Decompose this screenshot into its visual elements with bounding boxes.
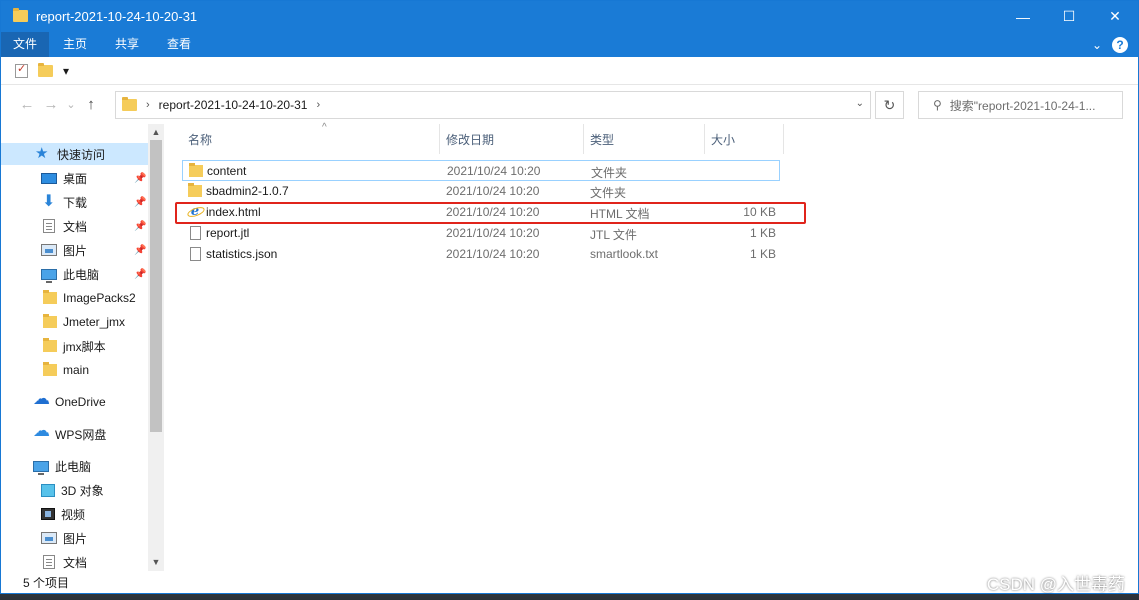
- wps-cloud-icon: [33, 421, 50, 441]
- pin-icon: 📌: [134, 244, 147, 256]
- file-icon: [190, 226, 201, 240]
- maximize-button[interactable]: ☐: [1046, 1, 1092, 32]
- new-folder-icon[interactable]: [38, 62, 53, 77]
- table-row[interactable]: content 2021/10/24 10:20 文件夹: [182, 160, 780, 181]
- table-row[interactable]: statistics.json 2021/10/24 10:20 smartlo…: [182, 244, 780, 265]
- folder-icon: [122, 97, 137, 111]
- address-bar[interactable]: › report-2021-10-24-10-20-31 › ⌄: [115, 91, 871, 119]
- expand-ribbon-icon[interactable]: ⌄: [1092, 38, 1102, 52]
- minimize-button[interactable]: —: [1000, 1, 1046, 32]
- pin-icon: 📌: [134, 196, 147, 208]
- folder-icon: [43, 362, 57, 376]
- folder-icon: [43, 290, 57, 304]
- sort-ascending-icon: ^: [322, 122, 327, 133]
- pin-icon: 📌: [134, 268, 147, 280]
- desktop-icon: [41, 172, 57, 184]
- onedrive-icon: [33, 389, 50, 409]
- window-title: report-2021-10-24-10-20-31: [36, 9, 198, 24]
- sidebar-item-imagepacks2[interactable]: ImagePacks2: [1, 287, 136, 309]
- properties-icon[interactable]: [15, 62, 28, 78]
- navigation-scrollbar[interactable]: ▲ ▼: [148, 124, 164, 571]
- sidebar-item-pc-documents[interactable]: 文档: [1, 551, 87, 573]
- tab-home[interactable]: 主页: [49, 32, 101, 57]
- sidebar-item-downloads[interactable]: 下载 📌: [1, 191, 148, 213]
- status-bar: 5 个项目: [1, 571, 1138, 593]
- refresh-button[interactable]: ↻: [875, 91, 904, 119]
- customize-toolbar-icon[interactable]: ▾: [63, 64, 69, 78]
- sidebar-item-3d-objects[interactable]: 3D 对象: [1, 479, 104, 501]
- help-icon[interactable]: ?: [1112, 37, 1128, 53]
- sidebar-item-this-pc[interactable]: 此电脑 📌: [1, 263, 148, 285]
- document-icon: [43, 219, 55, 233]
- sidebar-item-jmx-scripts[interactable]: jmx脚本: [1, 335, 106, 357]
- search-icon: ⚲: [933, 98, 942, 112]
- sidebar-item-pictures[interactable]: 图片 📌: [1, 239, 148, 261]
- scrollbar-thumb[interactable]: [150, 140, 162, 432]
- folder-icon: [43, 314, 57, 328]
- search-input[interactable]: ⚲ 搜索"report-2021-10-24-1...: [918, 91, 1123, 119]
- close-button[interactable]: ✕: [1092, 1, 1138, 32]
- breadcrumb-separator[interactable]: ›: [316, 99, 320, 111]
- picture-icon: [41, 532, 57, 544]
- table-row[interactable]: sbadmin2-1.0.7 2021/10/24 10:20 文件夹: [182, 181, 780, 202]
- navigation-row: ← → ⌄ ↑ › report-2021-10-24-10-20-31 › ⌄…: [1, 85, 1138, 124]
- file-icon: [190, 247, 201, 261]
- table-row[interactable]: report.jtl 2021/10/24 10:20 JTL 文件 1 KB: [182, 223, 780, 244]
- column-header-date[interactable]: 修改日期: [440, 124, 584, 154]
- pin-icon: 📌: [134, 220, 147, 232]
- address-dropdown-icon[interactable]: ⌄: [856, 98, 864, 109]
- tab-file[interactable]: 文件: [1, 32, 50, 57]
- navigation-pane: 快速访问 桌面 📌 下载 📌 文档 📌 图片 📌 此电脑 📌: [1, 124, 164, 571]
- recent-locations-button[interactable]: ⌄: [63, 98, 79, 111]
- column-header-name[interactable]: 名称 ^: [182, 122, 440, 154]
- computer-icon: [33, 460, 49, 475]
- sidebar-item-quick-access[interactable]: 快速访问: [1, 143, 148, 165]
- sidebar-item-desktop[interactable]: 桌面 📌: [1, 167, 148, 189]
- sidebar-item-this-pc-root[interactable]: 此电脑: [1, 455, 91, 477]
- cube-icon: [41, 483, 55, 497]
- download-icon: [41, 191, 57, 211]
- video-icon: [41, 508, 55, 520]
- search-placeholder: 搜索"report-2021-10-24-1...: [949, 98, 1096, 113]
- sidebar-item-jmeter-jmx[interactable]: Jmeter_jmx: [1, 311, 125, 333]
- title-bar: report-2021-10-24-10-20-31 — ☐ ✕: [1, 1, 1138, 32]
- up-button[interactable]: ↑: [79, 96, 103, 113]
- pin-icon: 📌: [134, 172, 147, 184]
- sidebar-item-videos[interactable]: 视频: [1, 503, 85, 525]
- sidebar-item-onedrive[interactable]: OneDrive: [1, 389, 106, 413]
- folder-icon: [188, 183, 202, 197]
- computer-icon: [41, 268, 57, 283]
- tab-view[interactable]: 查看: [153, 32, 205, 57]
- window-controls: — ☐ ✕: [1000, 1, 1138, 32]
- watermark: CSDN @入世毒药: [986, 575, 1125, 594]
- back-button[interactable]: ←: [15, 96, 39, 113]
- document-icon: [43, 555, 55, 569]
- highlight-annotation: [175, 202, 806, 224]
- column-header-type[interactable]: 类型: [584, 124, 705, 154]
- breadcrumb-separator[interactable]: ›: [146, 99, 150, 111]
- forward-button[interactable]: →: [39, 96, 63, 113]
- scroll-down-icon[interactable]: ▼: [148, 557, 164, 567]
- file-list: 名称 ^ 修改日期 类型 大小 content 2021/10/24 10:20…: [164, 122, 1138, 571]
- folder-icon: [43, 338, 57, 352]
- sidebar-item-documents[interactable]: 文档 📌: [1, 215, 148, 237]
- item-count: 5 个项目: [23, 575, 70, 590]
- tab-share[interactable]: 共享: [101, 32, 153, 57]
- folder-icon: [13, 8, 28, 23]
- scroll-up-icon[interactable]: ▲: [148, 127, 164, 137]
- star-icon: [35, 144, 51, 162]
- quick-access-toolbar: ▾: [1, 57, 1138, 85]
- sidebar-item-wps-drive[interactable]: WPS网盘: [1, 421, 106, 445]
- column-header-size[interactable]: 大小: [705, 124, 784, 154]
- explorer-window: report-2021-10-24-10-20-31 — ☐ ✕ 文件 主页 共…: [0, 0, 1139, 594]
- ribbon-tabs: 文件 主页 共享 查看 ⌄ ?: [1, 32, 1138, 57]
- sidebar-item-pc-pictures[interactable]: 图片: [1, 527, 87, 549]
- folder-icon: [189, 163, 203, 177]
- sidebar-item-main[interactable]: main: [1, 359, 89, 381]
- breadcrumb-current[interactable]: report-2021-10-24-10-20-31: [159, 98, 308, 112]
- picture-icon: [41, 244, 57, 256]
